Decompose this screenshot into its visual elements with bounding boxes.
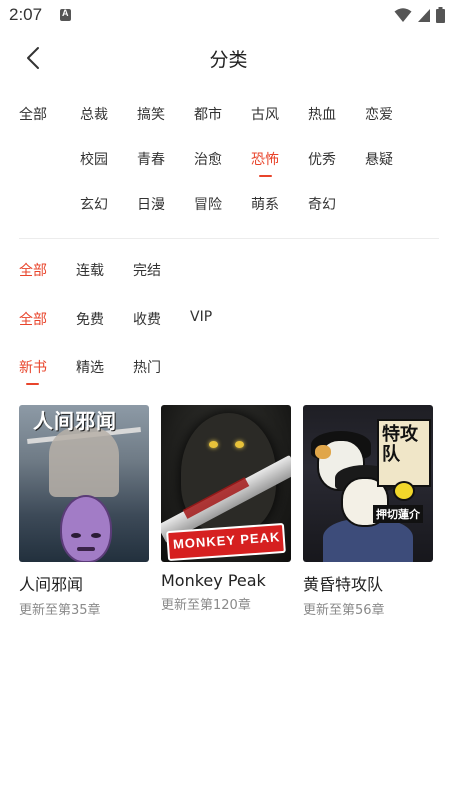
page-title: 分类 — [209, 49, 248, 71]
comic-cover[interactable]: 特攻队 押切蓮介 — [303, 405, 433, 562]
genre-option[interactable]: 总裁 — [80, 104, 120, 124]
comic-cover[interactable]: 人间邪闻 — [19, 405, 149, 562]
comic-card[interactable]: 特攻队 押切蓮介 黄昏特攻队 更新至第56章 — [303, 405, 433, 618]
genre-option[interactable]: 恐怖 — [251, 149, 291, 177]
signal-icon — [418, 8, 430, 22]
price-option[interactable]: 全部 — [19, 309, 47, 329]
comic-update-status: 更新至第35章 — [19, 603, 101, 618]
cover-title-text: MONKEY PEAK — [172, 529, 281, 552]
header: 分类 — [0, 36, 457, 80]
status-icons — [394, 7, 445, 23]
genre-option[interactable]: 青春 — [137, 149, 177, 169]
comic-card[interactable]: MONKEY PEAK Monkey Peak 更新至第120章 — [161, 405, 291, 613]
notification-a-icon — [60, 8, 71, 21]
wifi-icon — [394, 8, 412, 22]
genre-all[interactable]: 全部 — [19, 104, 47, 124]
comic-list: 人间邪闻 人间邪闻 更新至第35章 MONKEY PEAK Monkey Pea… — [19, 405, 439, 625]
genre-option[interactable]: 奇幻 — [308, 194, 348, 214]
price-option[interactable]: VIP — [190, 309, 212, 325]
status-filter: 全部 连载 完结 — [19, 260, 439, 284]
genre-option[interactable]: 校园 — [80, 149, 120, 169]
genre-option[interactable]: 玄幻 — [80, 194, 120, 214]
battery-icon — [436, 7, 445, 23]
divider — [19, 238, 439, 239]
comic-title[interactable]: 黄昏特攻队 — [303, 571, 433, 595]
comic-title[interactable]: 人间邪闻 — [19, 571, 149, 595]
sort-option[interactable]: 热门 — [133, 357, 161, 377]
comic-update-status: 更新至第56章 — [303, 603, 385, 618]
genre-option[interactable]: 治愈 — [194, 149, 234, 169]
cover-author-text: 押切蓮介 — [373, 505, 423, 523]
genre-option[interactable]: 冒险 — [194, 194, 234, 214]
genre-option[interactable]: 优秀 — [308, 149, 348, 169]
status-option[interactable]: 连载 — [76, 260, 104, 280]
genre-option[interactable]: 都市 — [194, 104, 234, 124]
comic-title[interactable]: Monkey Peak — [161, 571, 291, 590]
status-option[interactable]: 完结 — [133, 260, 161, 280]
status-option[interactable]: 全部 — [19, 260, 47, 280]
comic-update-status: 更新至第120章 — [161, 598, 251, 613]
sort-filter: 新书 精选 热门 — [19, 357, 439, 385]
genre-option[interactable]: 日漫 — [137, 194, 177, 214]
genre-option[interactable]: 搞笑 — [137, 104, 177, 124]
cover-title-text: 人间邪闻 — [33, 409, 117, 433]
sort-option[interactable]: 新书 — [19, 357, 47, 385]
genre-option[interactable]: 热血 — [308, 104, 348, 124]
genre-option[interactable]: 恋爱 — [365, 104, 405, 124]
cover-title-text: 特攻队 — [382, 424, 418, 465]
status-time: 2:07 — [9, 5, 43, 24]
comic-cover[interactable]: MONKEY PEAK — [161, 405, 291, 562]
price-filter: 全部 免费 收费 VIP — [19, 309, 439, 333]
genre-option[interactable]: 古风 — [251, 104, 291, 124]
price-option[interactable]: 收费 — [133, 309, 161, 329]
comic-card[interactable]: 人间邪闻 人间邪闻 更新至第35章 — [19, 405, 149, 618]
cover-sign: 特攻队 — [377, 419, 431, 487]
sort-option[interactable]: 精选 — [76, 357, 104, 377]
status-bar: 2:07 — [0, 0, 457, 32]
price-option[interactable]: 免费 — [76, 309, 104, 329]
genre-option[interactable]: 萌系 — [251, 194, 291, 214]
genre-option[interactable]: 悬疑 — [365, 149, 405, 169]
